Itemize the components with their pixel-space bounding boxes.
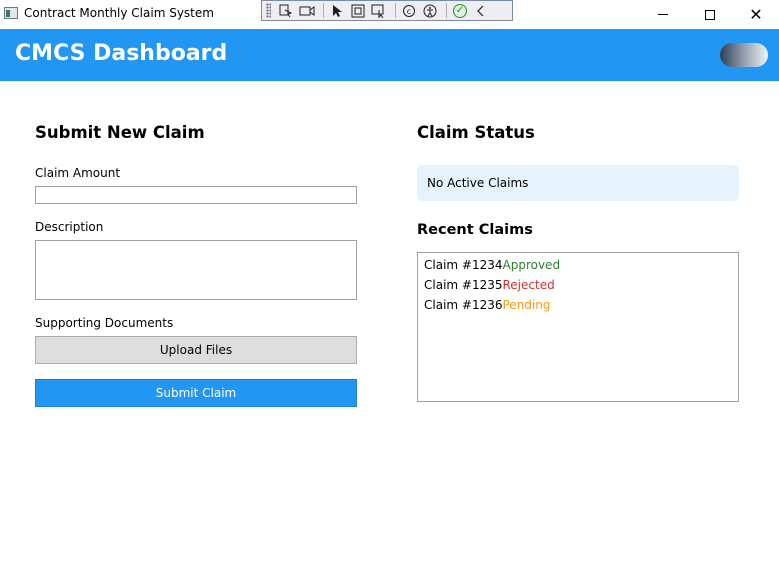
maximize-button[interactable] <box>687 0 733 29</box>
select-element-icon[interactable] <box>277 2 295 19</box>
debug-toolbar: c ✓ <box>261 0 513 21</box>
theme-toggle[interactable] <box>720 43 768 67</box>
claim-status-approved: Approved <box>502 258 561 272</box>
claim-status-rejected: Rejected <box>502 278 555 292</box>
upload-files-button[interactable]: Upload Files <box>35 336 357 364</box>
list-item[interactable]: Claim #1234Approved <box>424 257 738 277</box>
minimize-button[interactable] <box>640 0 686 29</box>
page-title: CMCS Dashboard <box>15 41 228 66</box>
description-label: Description <box>35 220 104 234</box>
claim-status-box: No Active Claims <box>417 165 739 201</box>
minimize-icon <box>658 14 668 15</box>
svg-text:c: c <box>407 7 411 16</box>
claim-amount-label: Claim Amount <box>35 166 121 180</box>
claim-status-pending: Pending <box>502 298 551 312</box>
claim-id: Claim #1235 <box>424 278 503 292</box>
video-icon[interactable] <box>298 2 316 19</box>
toolbar-separator <box>446 3 447 18</box>
accessibility-icon[interactable] <box>421 2 439 19</box>
track-focus-icon[interactable] <box>370 2 388 19</box>
app-header: CMCS Dashboard <box>0 29 779 81</box>
recent-claims-heading: Recent Claims <box>417 222 533 238</box>
supporting-documents-label: Supporting Documents <box>35 316 174 330</box>
binding-check-icon[interactable]: ✓ <box>451 2 469 19</box>
close-button[interactable]: ✕ <box>733 0 779 29</box>
toolbar-separator <box>323 3 324 18</box>
display-layout-adorners-icon[interactable] <box>349 2 367 19</box>
description-textarea[interactable] <box>35 240 357 300</box>
submit-claim-button[interactable]: Submit Claim <box>35 379 357 407</box>
claim-status-text: No Active Claims <box>427 176 529 190</box>
grip-icon[interactable] <box>266 3 271 18</box>
close-icon: ✕ <box>749 4 763 24</box>
app-icon <box>4 7 18 19</box>
pointer-icon[interactable] <box>328 2 346 19</box>
claim-status-heading: Claim Status <box>417 123 535 142</box>
toolbar-separator <box>395 3 396 18</box>
collapse-icon[interactable] <box>472 2 490 19</box>
hot-reload-icon[interactable]: c <box>400 2 418 19</box>
recent-claims-list[interactable]: Claim #1234Approved Claim #1235Rejected … <box>417 252 739 402</box>
list-item[interactable]: Claim #1236Pending <box>424 297 738 317</box>
window-title: Contract Monthly Claim System <box>24 6 214 20</box>
claim-id: Claim #1236 <box>424 298 503 312</box>
claim-amount-input[interactable] <box>35 186 357 204</box>
submit-claim-heading: Submit New Claim <box>35 123 205 142</box>
maximize-icon <box>705 9 715 20</box>
list-item[interactable]: Claim #1235Rejected <box>424 277 738 297</box>
claim-id: Claim #1234 <box>424 258 503 272</box>
